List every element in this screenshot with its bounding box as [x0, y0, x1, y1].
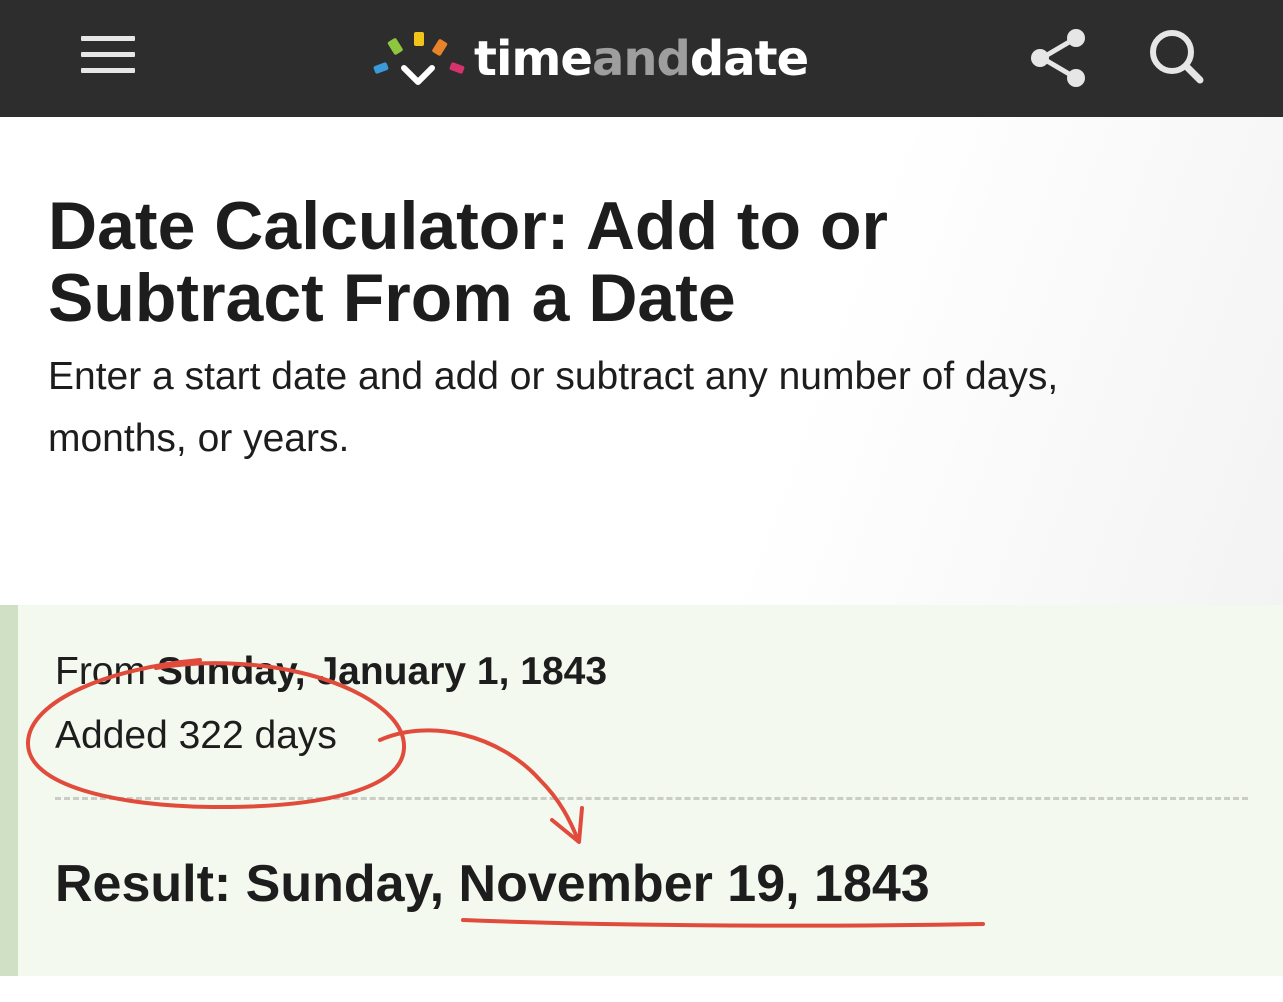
result-panel-accent-bar [0, 605, 18, 976]
share-button[interactable] [1018, 18, 1098, 98]
logo-wordmark: timeanddate [474, 26, 809, 92]
logo-text-date: date [689, 31, 809, 87]
page-subtitle: Enter a start date and add or subtract a… [48, 355, 1059, 460]
search-button[interactable] [1136, 18, 1216, 98]
logo-text-and: and [591, 31, 691, 87]
logo-text-time: time [474, 31, 593, 87]
page-title: Date Calculator: Add to or Subtract From… [48, 188, 888, 336]
from-date-line: From Sunday, January 1, 1843 [55, 646, 607, 698]
added-days-line: Added 322 days [55, 714, 337, 757]
from-date-value: Sunday, January 1, 1843 [156, 650, 608, 693]
from-label: From [55, 650, 146, 693]
dashed-divider [55, 797, 1248, 800]
top-navigation-bar: timeanddate [0, 0, 1283, 117]
logo-clock-icon [368, 26, 470, 92]
result-date: Result: Sunday, November 19, 1843 [55, 855, 930, 913]
search-icon [1150, 30, 1204, 84]
hamburger-menu-button[interactable] [62, 14, 154, 94]
share-icon [1031, 29, 1085, 87]
site-logo[interactable]: timeanddate [368, 26, 809, 92]
